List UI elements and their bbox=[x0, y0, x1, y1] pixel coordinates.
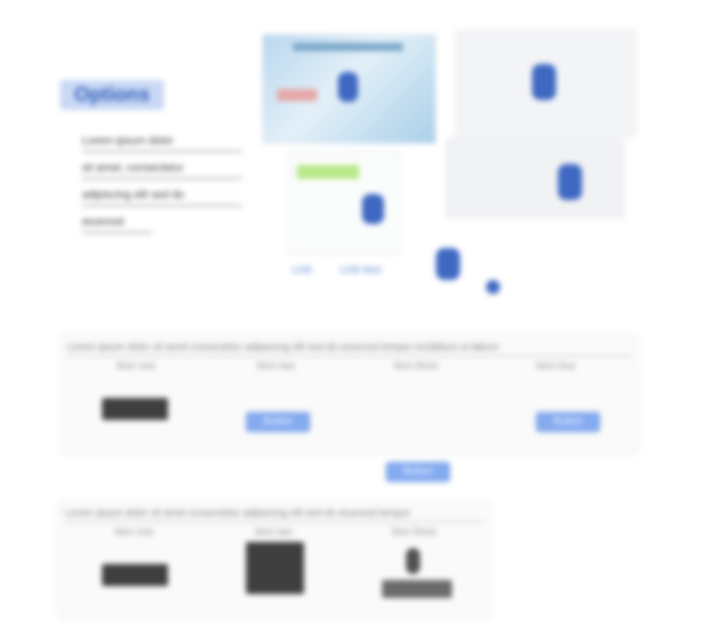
person-icon bbox=[406, 548, 420, 574]
dark-sample-square bbox=[246, 542, 304, 594]
option-button-2[interactable]: Button bbox=[386, 462, 450, 482]
thumbnail-highlight bbox=[277, 89, 317, 101]
column-label: Item two bbox=[257, 361, 295, 372]
screenshot-thumbnail-4[interactable] bbox=[446, 138, 624, 218]
page-title: Options bbox=[60, 80, 164, 110]
dark-sample-base bbox=[382, 580, 452, 598]
column-label: Item one bbox=[114, 527, 154, 538]
map-marker-icon bbox=[338, 72, 358, 102]
bullet-list: Lorem ipsum dolor sit amet, consectetur … bbox=[82, 132, 242, 240]
section-heading: Lorem ipsum dolor sit amet consectetur a… bbox=[67, 341, 631, 357]
bullet-item: adipiscing elit sed do bbox=[82, 186, 242, 207]
dark-sample-bar bbox=[102, 398, 168, 420]
column-label: Item two bbox=[255, 527, 293, 538]
column-label: Item three bbox=[391, 527, 437, 538]
dark-sample-bar bbox=[102, 564, 168, 586]
option-button-3[interactable]: Button bbox=[536, 412, 600, 432]
map-marker-icon bbox=[362, 194, 384, 224]
bullet-item: eiusmod bbox=[82, 213, 152, 234]
link-1[interactable]: Link bbox=[292, 264, 312, 276]
map-marker-icon bbox=[558, 164, 582, 200]
section-heading: Lorem ipsum dolor sit amet consectetur a… bbox=[65, 507, 483, 523]
option-button-1[interactable]: Button bbox=[246, 412, 310, 432]
map-marker-icon bbox=[532, 64, 556, 100]
options-section-1: Lorem ipsum dolor sit amet consectetur a… bbox=[60, 334, 638, 454]
thumbnail-green-bar bbox=[297, 165, 359, 179]
bullet-item: sit amet, consectetur bbox=[82, 159, 242, 180]
bullet-item: Lorem ipsum dolor bbox=[82, 132, 242, 153]
thumbnail-header-bar bbox=[293, 43, 403, 51]
dot-icon bbox=[486, 280, 500, 294]
link-2[interactable]: Link text bbox=[340, 264, 381, 276]
column-label: Item four bbox=[536, 361, 576, 372]
column-label: Item three bbox=[393, 361, 439, 372]
column-label: Item one bbox=[116, 361, 156, 372]
map-marker-icon bbox=[436, 248, 460, 280]
